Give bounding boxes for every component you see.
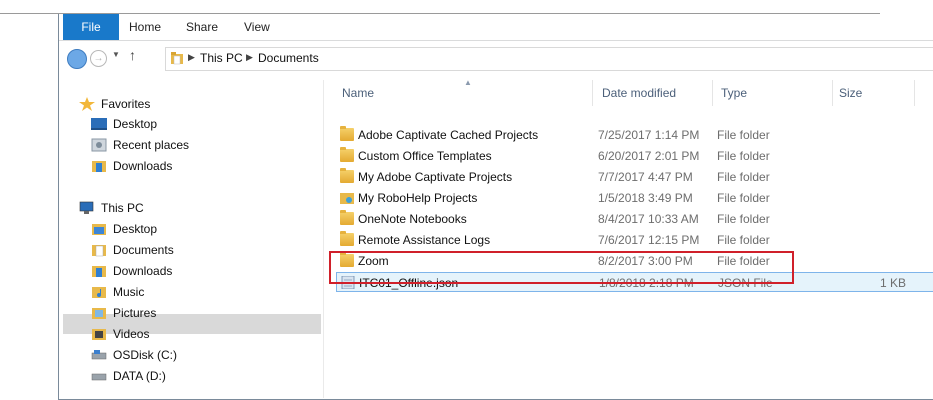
nav-item-label: OSDisk (C:) bbox=[113, 348, 177, 362]
tab-home[interactable]: Home bbox=[129, 14, 161, 40]
chevron-right-icon: ▶ bbox=[188, 52, 195, 62]
breadcrumb-documents[interactable]: Documents bbox=[258, 51, 319, 65]
nav-favorites-recent-places[interactable]: Recent places bbox=[91, 135, 189, 155]
tab-file[interactable]: File bbox=[63, 14, 119, 40]
file-date: 7/7/2017 4:47 PM bbox=[598, 170, 693, 184]
nav-data-drive[interactable]: DATA (D:) bbox=[91, 366, 166, 386]
forward-button[interactable]: → bbox=[90, 50, 107, 67]
file-size: 1 KB bbox=[879, 276, 906, 290]
folder-icon bbox=[340, 147, 354, 162]
up-button[interactable]: ↑ bbox=[129, 47, 136, 63]
navigation-pane: Favorites Desktop Recent places Download… bbox=[59, 80, 323, 398]
nav-videos[interactable]: Videos bbox=[91, 324, 149, 344]
file-row[interactable]: Remote Assistance Logs 7/6/2017 12:15 PM… bbox=[336, 230, 933, 250]
file-name: My Adobe Captivate Projects bbox=[358, 170, 513, 184]
downloads-folder-icon bbox=[92, 266, 106, 277]
nav-desktop[interactable]: Desktop bbox=[91, 219, 157, 239]
file-name: My RoboHelp Projects bbox=[358, 191, 478, 205]
file-explorer-window: File Home Share View → ▼ ↑ ▶ This PC ▶ D… bbox=[58, 14, 933, 400]
nav-item-label: Videos bbox=[113, 327, 150, 341]
nav-music[interactable]: Music bbox=[91, 282, 144, 302]
nav-item-label: Desktop bbox=[113, 117, 158, 131]
nav-item-label: Documents bbox=[113, 243, 174, 257]
file-date: 7/6/2017 12:15 PM bbox=[598, 233, 700, 247]
file-date: 8/4/2017 10:33 AM bbox=[598, 212, 699, 226]
desktop-folder-icon bbox=[92, 224, 106, 235]
file-row[interactable]: My Adobe Captivate Projects 7/7/2017 4:4… bbox=[336, 167, 933, 187]
column-separator[interactable] bbox=[914, 80, 915, 106]
drive-icon bbox=[91, 373, 107, 381]
column-separator[interactable] bbox=[712, 80, 713, 106]
nav-favorites[interactable]: Favorites bbox=[79, 94, 150, 114]
nav-favorites-label: Favorites bbox=[101, 97, 151, 111]
column-header-type[interactable]: Type bbox=[721, 83, 747, 103]
downloads-folder-icon bbox=[92, 161, 106, 172]
nav-item-label: Pictures bbox=[113, 306, 157, 320]
tab-share[interactable]: Share bbox=[186, 14, 218, 40]
folder-icon bbox=[340, 231, 354, 246]
column-header-size[interactable]: Size bbox=[839, 83, 862, 103]
nav-osdisk[interactable]: OSDisk (C:) bbox=[91, 345, 177, 365]
column-header-name[interactable]: Name bbox=[342, 83, 374, 103]
navigation-bar: → ▼ ↑ ▶ This PC ▶ Documents bbox=[59, 44, 933, 74]
file-type: File folder bbox=[717, 170, 770, 184]
videos-folder-icon bbox=[92, 329, 106, 340]
breadcrumb-this-pc[interactable]: This PC bbox=[200, 51, 243, 65]
nav-this-pc[interactable]: This PC bbox=[79, 198, 144, 218]
nav-downloads[interactable]: Downloads bbox=[91, 261, 172, 281]
special-folder-icon bbox=[340, 193, 354, 204]
file-date: 1/5/2018 3:49 PM bbox=[598, 191, 693, 205]
sort-ascending-icon: ▲ bbox=[464, 78, 472, 87]
folder-icon bbox=[340, 126, 354, 141]
file-name: OneNote Notebooks bbox=[358, 212, 467, 226]
annotation-highlight-box bbox=[329, 251, 794, 284]
documents-folder-icon bbox=[92, 245, 106, 257]
file-type: File folder bbox=[717, 212, 770, 226]
recent-places-icon bbox=[91, 138, 107, 152]
nav-item-label: DATA (D:) bbox=[113, 369, 166, 383]
desktop-icon bbox=[91, 118, 107, 130]
file-row[interactable]: My RoboHelp Projects 1/5/2018 3:49 PM Fi… bbox=[336, 188, 933, 208]
column-separator[interactable] bbox=[832, 80, 833, 106]
folder-icon bbox=[340, 168, 354, 183]
column-separator[interactable] bbox=[592, 80, 593, 106]
star-icon bbox=[79, 97, 95, 111]
tab-view[interactable]: View bbox=[244, 14, 270, 40]
folder-icon bbox=[340, 210, 354, 225]
file-row[interactable]: Adobe Captivate Cached Projects 7/25/201… bbox=[336, 125, 933, 145]
drive-icon bbox=[91, 350, 107, 360]
file-date: 7/25/2017 1:14 PM bbox=[598, 128, 700, 142]
address-bar[interactable]: ▶ This PC ▶ Documents bbox=[165, 47, 933, 71]
file-type: File folder bbox=[717, 128, 770, 142]
recent-locations-button[interactable]: ▼ bbox=[112, 50, 120, 59]
nav-item-label: Music bbox=[113, 285, 145, 299]
file-name: Custom Office Templates bbox=[358, 149, 492, 163]
file-date: 6/20/2017 2:01 PM bbox=[598, 149, 700, 163]
file-name: Remote Assistance Logs bbox=[358, 233, 491, 247]
pictures-folder-icon bbox=[92, 308, 106, 319]
file-type: File folder bbox=[717, 233, 770, 247]
nav-pictures[interactable]: Pictures bbox=[91, 303, 156, 323]
computer-icon bbox=[79, 201, 94, 214]
file-type: File folder bbox=[717, 149, 770, 163]
nav-favorites-downloads[interactable]: Downloads bbox=[91, 156, 172, 176]
nav-favorites-desktop[interactable]: Desktop bbox=[91, 114, 157, 134]
nav-item-label: Recent places bbox=[113, 138, 190, 152]
column-header-date[interactable]: Date modified bbox=[602, 83, 676, 103]
folder-icon bbox=[171, 52, 183, 65]
nav-documents[interactable]: Documents bbox=[91, 240, 174, 260]
back-button[interactable] bbox=[67, 49, 87, 69]
nav-this-pc-label: This PC bbox=[101, 201, 144, 215]
ribbon: File Home Share View bbox=[59, 14, 933, 41]
nav-item-label: Downloads bbox=[113, 159, 173, 173]
nav-item-label: Downloads bbox=[113, 264, 173, 278]
file-row[interactable]: OneNote Notebooks 8/4/2017 10:33 AM File… bbox=[336, 209, 933, 229]
file-name: Adobe Captivate Cached Projects bbox=[358, 128, 539, 142]
file-type: File folder bbox=[717, 191, 770, 205]
nav-item-label: Desktop bbox=[113, 222, 158, 236]
file-list: Name ▲ Date modified Type Size Adobe Cap… bbox=[324, 74, 933, 398]
file-row[interactable]: Custom Office Templates 6/20/2017 2:01 P… bbox=[336, 146, 933, 166]
music-folder-icon bbox=[92, 287, 106, 298]
chevron-right-icon: ▶ bbox=[246, 52, 253, 62]
